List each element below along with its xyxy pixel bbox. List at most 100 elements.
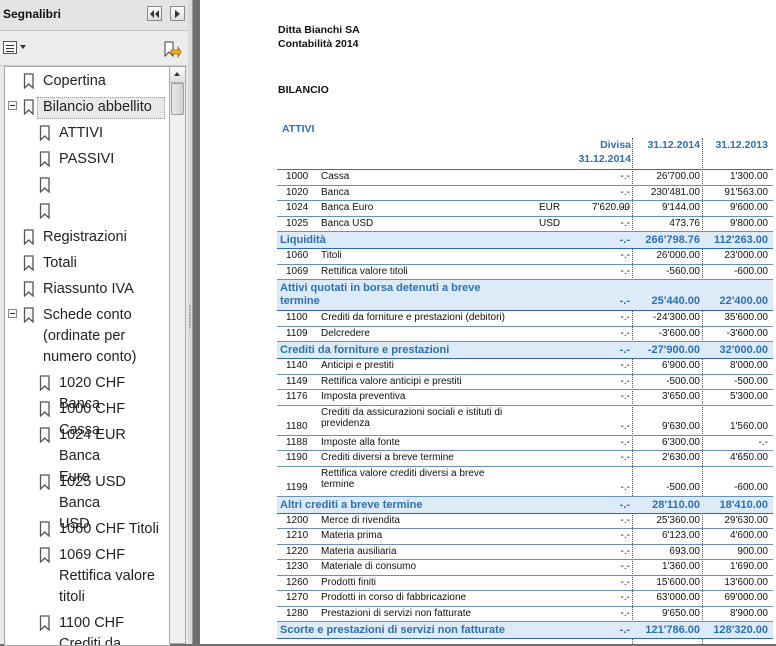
bookmark-icon [39, 203, 51, 226]
value-2014: 1'360.00 [661, 561, 700, 572]
row-rule [277, 216, 773, 217]
subtotal-row: Altri crediti a breve termine -.- 28'110.0… [200, 496, 776, 513]
bookmark-icon [39, 177, 51, 200]
expand-panel-button[interactable] [170, 6, 185, 21]
double-chevron-left-icon [150, 10, 159, 18]
account-code: 1100 [286, 312, 308, 323]
subtotal-2013: 32'000.00 [719, 344, 769, 356]
subtotal-rule [277, 310, 773, 311]
value-2014: -3'600.00 [658, 327, 700, 339]
divisa-value: -.- [620, 530, 630, 541]
row-rule [277, 264, 773, 265]
tree-scrollbar[interactable] [169, 66, 186, 644]
divisa-value: -.- [620, 481, 630, 493]
bookmark-item[interactable]: 1000 CHF Cassa [5, 399, 170, 438]
value-2013: 4'600.00 [729, 530, 768, 541]
account-code: 1020 [286, 186, 309, 198]
table-row: 1180 Crediti da assicurazioni sociali e i… [200, 405, 776, 435]
bookmark-label: Copertina [43, 73, 106, 89]
value-2013: 4'650.00 [729, 452, 768, 463]
bookmark-item[interactable]: Bilancio abbellito [5, 97, 170, 119]
splitter-grip-icon[interactable] [189, 305, 191, 329]
value-2013: 69'000.00 [724, 592, 768, 603]
bookmark-item[interactable]: 1024 EUR Banca Euro [5, 425, 170, 485]
subtotal-row: Scorte e prestazioni di servizi non fatt… [200, 621, 776, 638]
value-2014: 26'700.00 [656, 171, 700, 182]
bookmark-icon [39, 547, 51, 570]
new-bookmark-button[interactable] [162, 40, 182, 60]
bookmark-item[interactable]: 1069 CHF Rettifica valore titoli [5, 545, 170, 608]
bookmark-label: Registrazioni [43, 229, 127, 245]
divisa-value: -.- [620, 420, 630, 432]
options-menu-button[interactable] [3, 41, 29, 57]
value-2014: -24'300.00 [653, 312, 700, 323]
bookmark-item[interactable] [5, 201, 170, 222]
subtotal-divisa: -.- [619, 344, 630, 356]
bookmark-item[interactable]: 1020 CHF Banca [5, 373, 170, 412]
value-2013: -600.00 [734, 481, 768, 493]
account-description: Rettifica valore anticipi e prestiti [321, 375, 462, 387]
value-2014: 230'481.00 [650, 186, 700, 198]
table-row: 1176 Imposta preventiva -.- 3'650.00 5'300.0… [200, 389, 776, 405]
bookmark-label: ATTIVI [59, 125, 104, 141]
table-row: 1000 Cassa -.- 26'700.00 1'300.00 [200, 169, 776, 185]
collapse-toggle-icon[interactable] [8, 101, 17, 110]
bookmark-item[interactable]: Copertina [5, 71, 170, 92]
divisa-value: -.- [620, 592, 630, 603]
bookmark-item[interactable] [5, 175, 170, 196]
bookmark-item[interactable]: Totali [5, 253, 170, 274]
table-row: 1200 Merce di rivendita -.- 25'360.00 29'630… [200, 513, 776, 529]
row-rule [277, 621, 773, 622]
account-code: 1199 [286, 481, 308, 493]
divisa-value: -.- [620, 436, 630, 448]
account-code: 1230 [286, 561, 309, 572]
subtotal-label: Liquidità [280, 234, 326, 246]
divisa-value: -.- [620, 327, 630, 339]
subtotal-label: Attivi quotati in borsa detenuti a breve… [280, 282, 481, 307]
bookmark-item[interactable]: PASSIVI [5, 149, 170, 170]
subtotal-label: Crediti da forniture e prestazioni [280, 344, 450, 356]
table-row: 1260 Prodotti finiti -.- 15'600.00 13'600.00 [200, 575, 776, 591]
table-row: 1069 Rettifica valore titoli -.- -560.00 -60… [200, 264, 776, 280]
account-description: Materia ausiliaria [321, 545, 397, 557]
value-2014: -560.00 [666, 265, 700, 277]
scroll-thumb[interactable] [171, 83, 184, 115]
value-2014: 9'630.00 [661, 420, 700, 432]
divisa-value: -.- [620, 250, 630, 261]
value-2013: 9'600.00 [729, 202, 768, 213]
row-rule [277, 374, 773, 375]
subtotal-divisa: -.- [619, 498, 630, 511]
arrow-up-icon [174, 72, 180, 76]
bookmark-item[interactable]: ATTIVI [5, 123, 170, 144]
value-2013: 1'300.00 [729, 171, 768, 182]
bookmark-item[interactable]: 1060 CHF Titoli [5, 519, 170, 540]
divisa-value: -.- [620, 452, 630, 463]
row-rule [277, 231, 773, 232]
divisa-value: -.- [620, 514, 630, 526]
table-row: 1060 Titoli -.- 26'000.00 23'000.00 [200, 248, 776, 264]
value-2013: 9'800.00 [729, 217, 768, 229]
bookmark-icon [23, 255, 35, 278]
row-rule [277, 389, 773, 390]
bookmark-item[interactable]: Registrazioni [5, 227, 170, 248]
bookmark-item[interactable]: Schede conto (ordinate per numero conto) [5, 305, 170, 368]
collapse-toggle-icon[interactable] [8, 309, 17, 318]
subtotal-2014: 25'440.00 [651, 295, 701, 307]
value-2013: 8'900.00 [729, 607, 768, 619]
scroll-up-button[interactable] [170, 67, 185, 83]
table-header-rule [277, 169, 773, 170]
account-description: Crediti da assicurazioni sociali e istit… [321, 406, 503, 430]
bookmark-icon [39, 375, 51, 398]
company-name: Ditta Bianchi SA [278, 24, 360, 36]
account-description: Prodotti in corso di fabbricazione [321, 592, 467, 603]
value-2013: 1'690.00 [729, 561, 768, 572]
collapse-panel-button[interactable] [147, 6, 162, 21]
bookmark-tree[interactable]: Copertina Bilancio abbellito ATTIVI PASSIVI… [4, 66, 170, 646]
value-2013: 900.00 [737, 545, 768, 557]
value-2014: 2'630.00 [661, 452, 700, 463]
bookmark-item[interactable]: Riassunto IVA [5, 279, 170, 300]
bookmark-item[interactable]: 1100 CHF Crediti da forniture e [5, 613, 170, 645]
bookmark-item[interactable]: 1025 USD Banca USD [5, 472, 170, 532]
value-2014: 25'360.00 [656, 514, 700, 526]
bookmark-icon [39, 474, 51, 497]
